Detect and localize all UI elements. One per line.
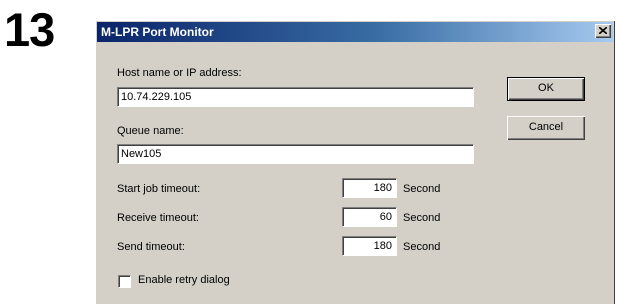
dialog-titlebar[interactable]: M-LPR Port Monitor [97, 22, 613, 42]
close-button[interactable] [595, 24, 611, 38]
queue-label: Queue name: [117, 125, 184, 137]
ok-button[interactable]: OK [507, 77, 585, 101]
send-timeout-input[interactable]: 180 [342, 236, 397, 256]
start-job-timeout-unit: Second [403, 183, 441, 195]
host-input[interactable]: 10.74.229.105 [117, 87, 474, 107]
send-timeout-unit: Second [403, 241, 441, 253]
close-icon [599, 27, 607, 34]
host-label: Host name or IP address: [117, 67, 242, 79]
step-number: 13 [4, 3, 55, 56]
send-timeout-label: Send timeout: [117, 241, 185, 253]
receive-timeout-unit: Second [403, 212, 441, 224]
start-job-timeout-label: Start job timeout: [117, 183, 201, 195]
port-monitor-dialog: M-LPR Port Monitor Host name or IP addre… [95, 20, 615, 304]
cancel-button[interactable]: Cancel [507, 116, 585, 140]
dialog-title: M-LPR Port Monitor [101, 25, 214, 39]
receive-timeout-input[interactable]: 60 [342, 207, 397, 227]
queue-input[interactable]: New105 [117, 144, 474, 164]
start-job-timeout-input[interactable]: 180 [342, 178, 397, 198]
enable-retry-checkbox[interactable] [118, 275, 131, 288]
enable-retry-label[interactable]: Enable retry dialog [138, 274, 230, 286]
receive-timeout-label: Receive timeout: [117, 212, 199, 224]
